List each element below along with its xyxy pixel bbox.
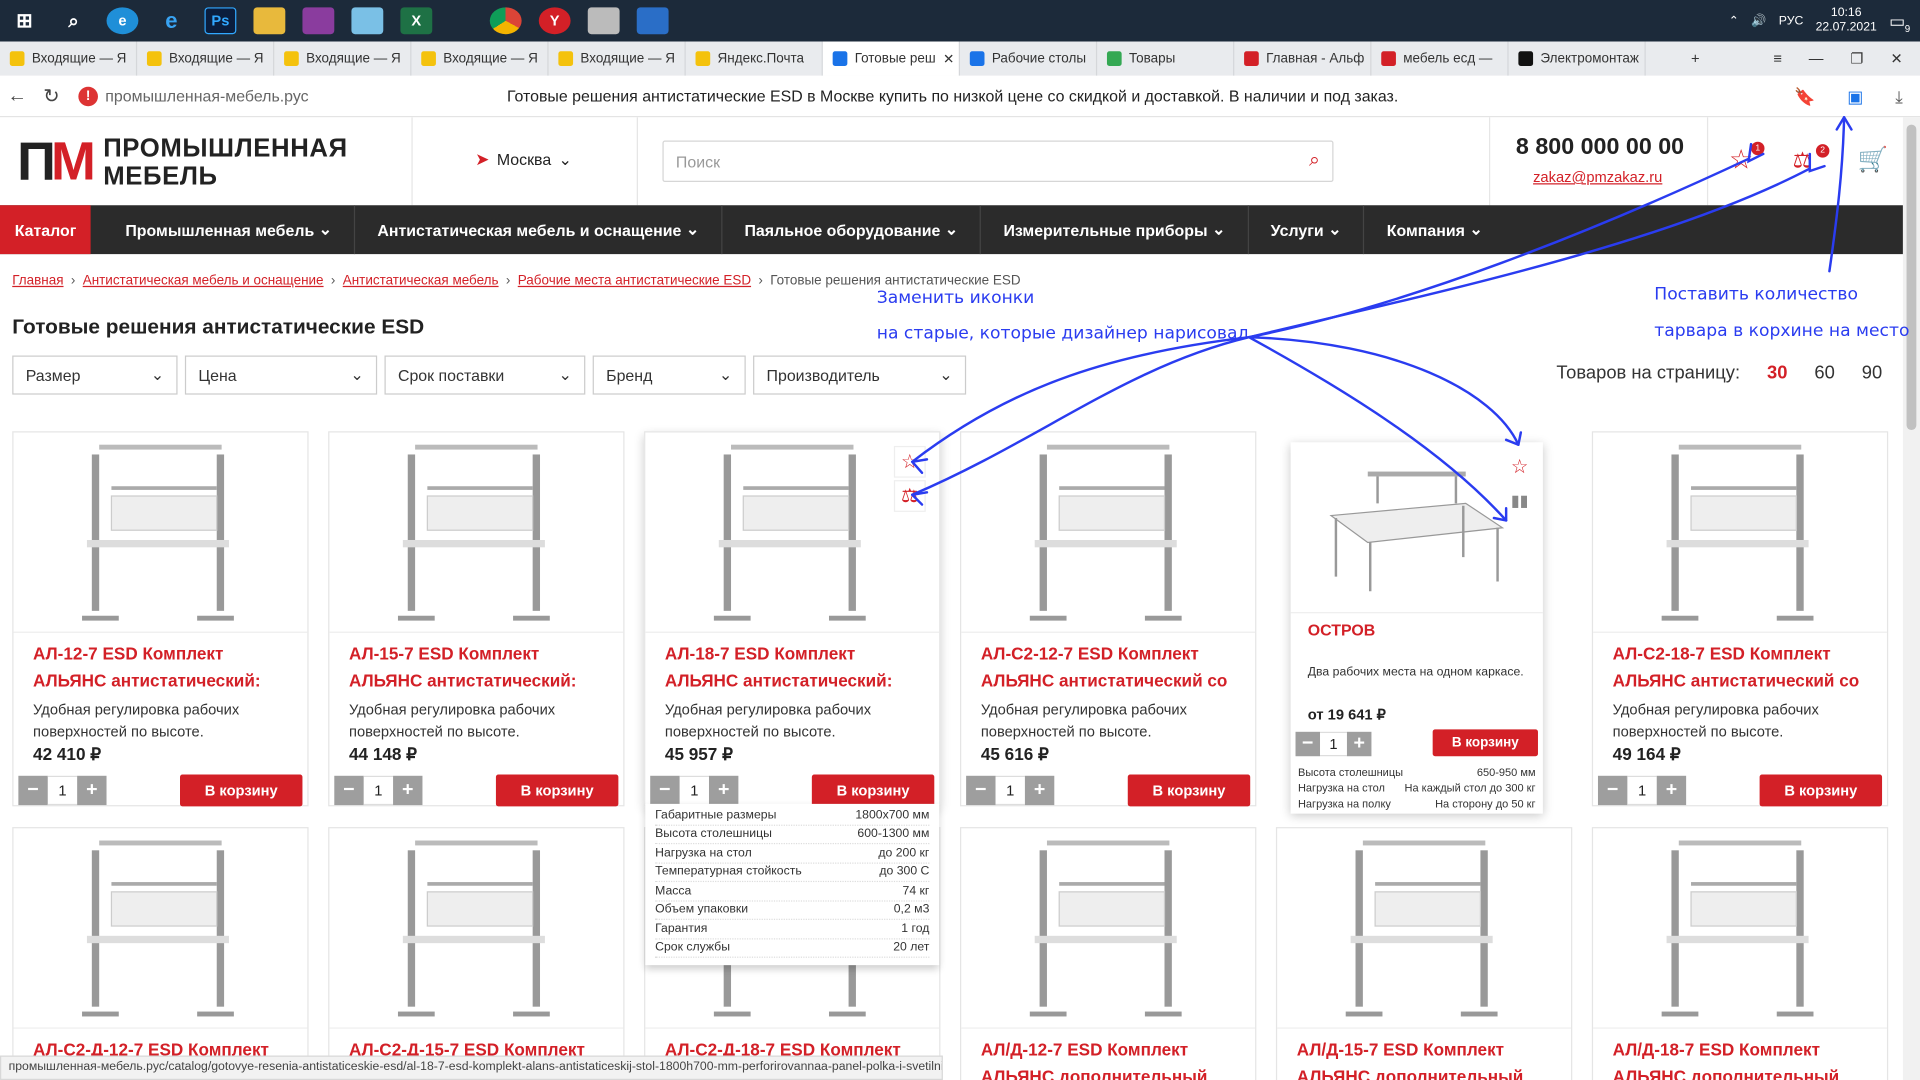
arrow-head [911, 491, 929, 506]
annotation-arrow [1247, 157, 1750, 339]
annotation-arrow [1247, 335, 1508, 522]
annotation-arrow [911, 335, 1251, 464]
annotation-arrow [1828, 116, 1846, 273]
annotation-arrows [911, 116, 1853, 522]
arrow-head [1808, 152, 1826, 173]
arrow-head [1747, 142, 1765, 164]
annotation-arrow [1247, 335, 1520, 446]
arrow-head [911, 458, 929, 475]
annotation-arrow [911, 335, 1251, 497]
